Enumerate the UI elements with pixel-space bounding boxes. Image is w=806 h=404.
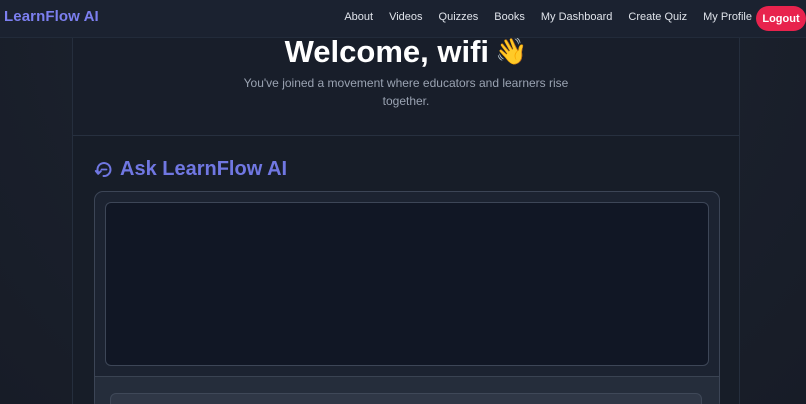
nav-books[interactable]: Books	[494, 11, 525, 23]
welcome-subtitle: You've joined a movement where educators…	[243, 76, 569, 108]
chat-footer	[95, 376, 719, 404]
chat-box	[94, 191, 720, 404]
nav-about[interactable]: About	[344, 11, 373, 23]
top-navbar: LearnFlow AI About Videos Quizzes Books …	[0, 0, 806, 38]
chat-input[interactable]	[110, 393, 702, 404]
welcome-section: Welcome, wifi 👋 You've joined a movement …	[73, 34, 739, 136]
waving-hand-icon: 👋	[495, 36, 528, 66]
nav-videos[interactable]: Videos	[389, 11, 422, 23]
brand-logo[interactable]: LearnFlow AI	[4, 8, 99, 25]
nav-my-dashboard[interactable]: My Dashboard	[541, 11, 613, 23]
logout-button[interactable]: Logout	[756, 6, 806, 31]
chat-output-area[interactable]	[105, 202, 709, 366]
nav-create-quiz[interactable]: Create Quiz	[628, 11, 687, 23]
ask-heading: Ask LearnFlow AI	[94, 158, 287, 181]
nav-my-profile[interactable]: My Profile	[703, 11, 752, 23]
welcome-text: Welcome, wifi	[284, 34, 490, 69]
ask-heading-text: Ask LearnFlow AI	[120, 158, 288, 180]
chat-refresh-icon	[94, 160, 114, 180]
nav-links: About Videos Quizzes Books My Dashboard …	[344, 11, 752, 23]
welcome-title: Welcome, wifi 👋	[73, 34, 739, 70]
nav-quizzes[interactable]: Quizzes	[439, 11, 479, 23]
main-panel: Welcome, wifi 👋 You've joined a movement …	[72, 34, 740, 404]
